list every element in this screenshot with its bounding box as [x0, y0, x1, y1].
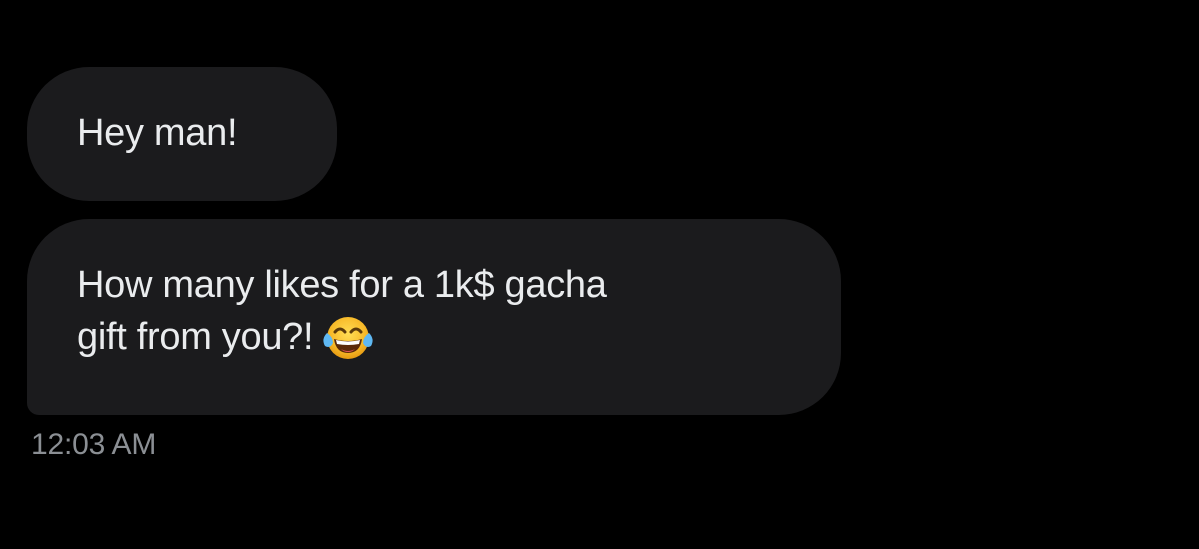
message-text-line: gift from you?!	[77, 311, 801, 363]
message-text: gift from you?!	[77, 316, 314, 358]
message-text: Hey man!	[77, 112, 238, 154]
message-bubble[interactable]: Hey man!	[27, 67, 337, 201]
message-text: How many likes for a 1k$ gacha	[77, 264, 607, 306]
face-with-tears-of-joy-icon	[321, 311, 375, 363]
message-timestamp: 12:03 AM	[31, 428, 157, 461]
dm-thread: Hey man! How many likes for a 1k$ gacha …	[0, 0, 1199, 549]
message-bubble[interactable]: How many likes for a 1k$ gacha gift from…	[27, 219, 841, 415]
